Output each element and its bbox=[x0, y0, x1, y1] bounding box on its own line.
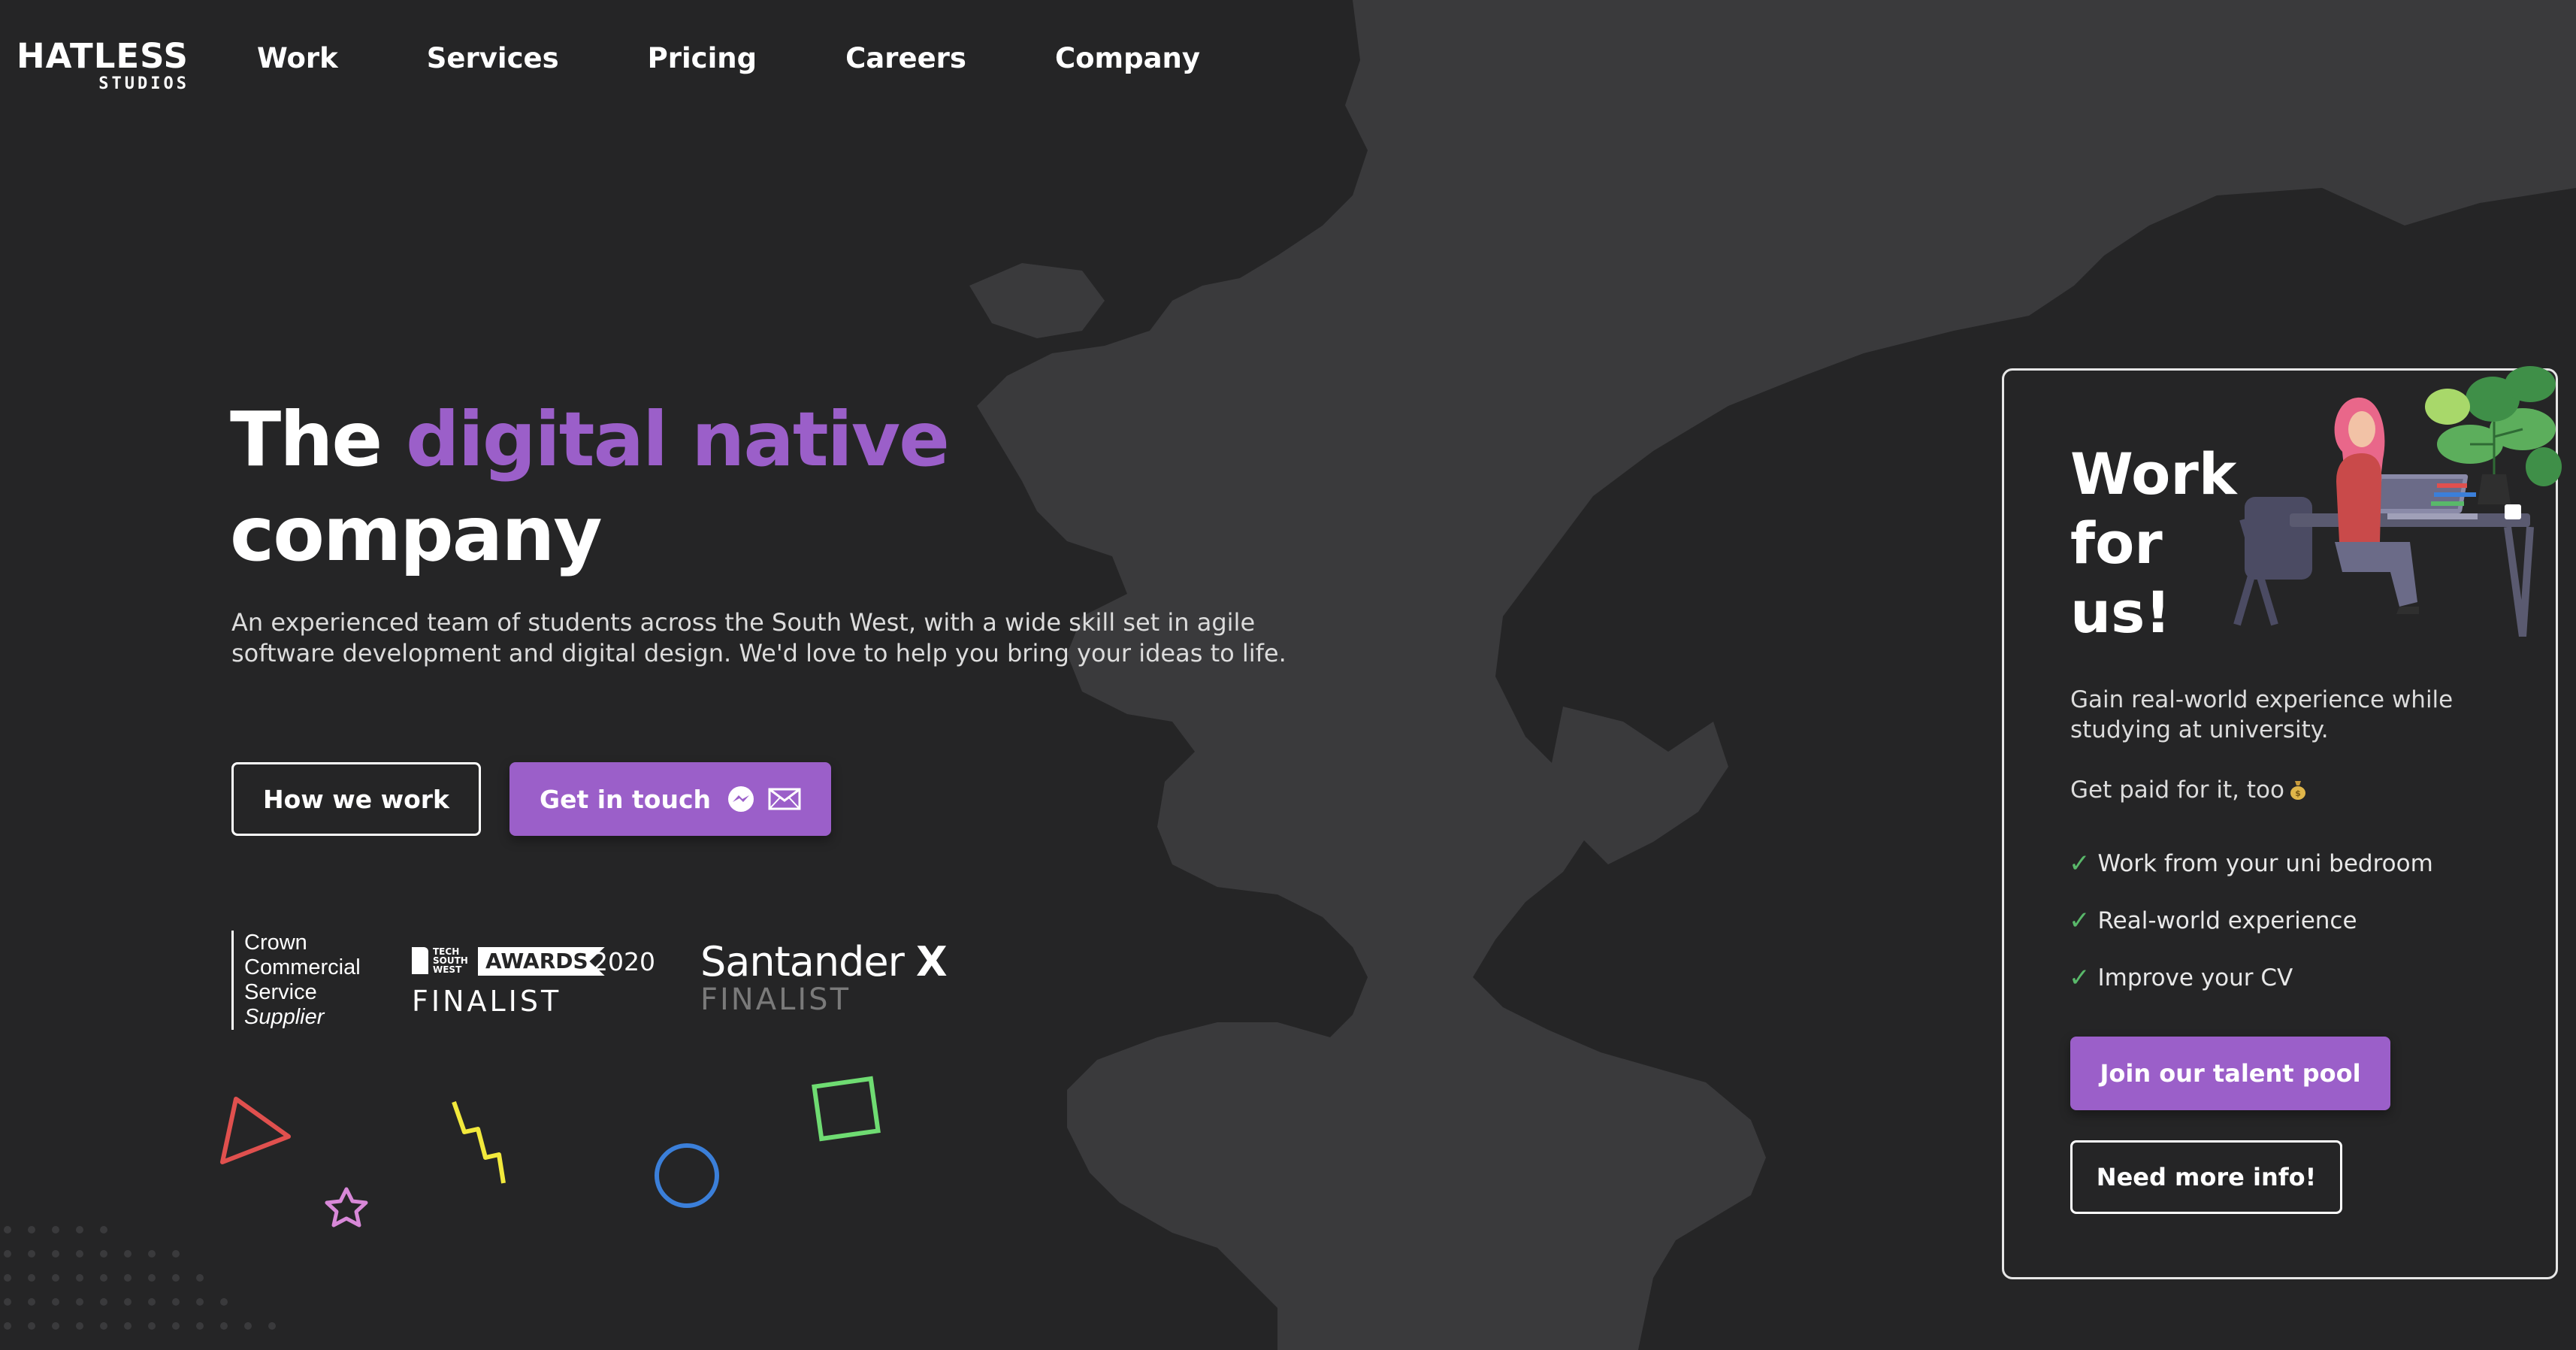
careers-perks-list: ✓ Work from your uni bedroom ✓ Real-world … bbox=[2069, 835, 2433, 1006]
check-icon: ✓ bbox=[2069, 849, 2091, 879]
decorative-shapes bbox=[4, 1076, 881, 1330]
get-in-touch-label: Get in touch bbox=[539, 784, 712, 814]
nav-services[interactable]: Services bbox=[427, 38, 559, 80]
need-more-info-button[interactable]: Need more info! bbox=[2070, 1140, 2342, 1214]
perk-item: ✓ Real-world experience bbox=[2069, 906, 2357, 936]
how-we-work-button[interactable]: How we work bbox=[231, 762, 481, 836]
dot-grid bbox=[4, 1226, 276, 1330]
messenger-icon bbox=[728, 786, 754, 812]
perk-item: ✓ Work from your uni bedroom bbox=[2069, 849, 2433, 879]
award-logos: Crown Commercial Service Supplier TECH S… bbox=[231, 931, 983, 1032]
santander-x-badge: Santander X FINALIST bbox=[700, 938, 948, 1017]
svg-text:$: $ bbox=[2295, 789, 2301, 798]
perk-item: ✓ Improve your CV bbox=[2069, 963, 2293, 993]
nav-careers[interactable]: Careers bbox=[845, 38, 966, 80]
check-icon: ✓ bbox=[2069, 906, 2091, 936]
check-icon: ✓ bbox=[2069, 963, 2091, 993]
hero-title-accent: digital native bbox=[406, 395, 950, 483]
zigzag-shape bbox=[452, 1101, 506, 1184]
nav-company[interactable]: Company bbox=[1055, 38, 1200, 80]
santander-finalist: FINALIST bbox=[700, 982, 851, 1017]
circle-shape bbox=[655, 1143, 719, 1208]
logo-subtitle: STUDIOS bbox=[98, 74, 189, 93]
tsw-awards-tag: AWARDS bbox=[478, 947, 605, 976]
careers-card-subtitle: Gain real-world experience while studyin… bbox=[2070, 686, 2454, 743]
map-island-north bbox=[969, 263, 1105, 338]
tsw-year: 2020 bbox=[592, 947, 655, 976]
logo-wordmark: HATLESS bbox=[17, 36, 189, 76]
tsw-finalist: FINALIST bbox=[412, 985, 562, 1018]
hero-title: The digital native company bbox=[230, 392, 950, 582]
hatless-logo[interactable]: HATLESS STUDIOS bbox=[17, 38, 189, 96]
main-nav: Work Services Pricing Careers Company bbox=[257, 38, 1289, 80]
money-bag-icon: $ bbox=[2290, 781, 2305, 800]
hero-title-part1: The bbox=[230, 395, 407, 483]
nav-work[interactable]: Work bbox=[257, 38, 338, 80]
careers-card-paid: Get paid for it, too $ bbox=[2070, 775, 2307, 805]
nav-pricing[interactable]: Pricing bbox=[648, 38, 757, 80]
tech-south-west-awards-badge: TECH SOUTH WEST AWARDS 2020 FINALIST bbox=[412, 947, 660, 1030]
crown-commercial-service-badge: Crown Commercial Service Supplier bbox=[231, 931, 361, 1030]
star-shape bbox=[325, 1187, 368, 1227]
hero-title-part2: company bbox=[230, 490, 603, 578]
hero-description: An experienced team of students across t… bbox=[231, 608, 1286, 667]
get-in-touch-button[interactable]: Get in touch bbox=[509, 762, 831, 836]
santander-name: Santander X bbox=[700, 938, 948, 985]
tsw-small-text: TECH SOUTH WEST bbox=[433, 946, 468, 975]
triangle-shape bbox=[220, 1097, 291, 1164]
square-shape bbox=[812, 1076, 881, 1142]
workspace-illustration bbox=[2233, 366, 2562, 637]
need-more-info-label: Need more info! bbox=[2096, 1163, 2317, 1191]
join-talent-pool-label: Join our talent pool bbox=[2100, 1059, 2361, 1088]
tsw-book-icon bbox=[412, 947, 428, 974]
join-talent-pool-button[interactable]: Join our talent pool bbox=[2070, 1037, 2390, 1110]
email-icon bbox=[768, 788, 801, 810]
careers-card: Work for us! Gain real-world experience … bbox=[2002, 366, 2562, 1279]
how-we-work-label: How we work bbox=[263, 784, 449, 814]
